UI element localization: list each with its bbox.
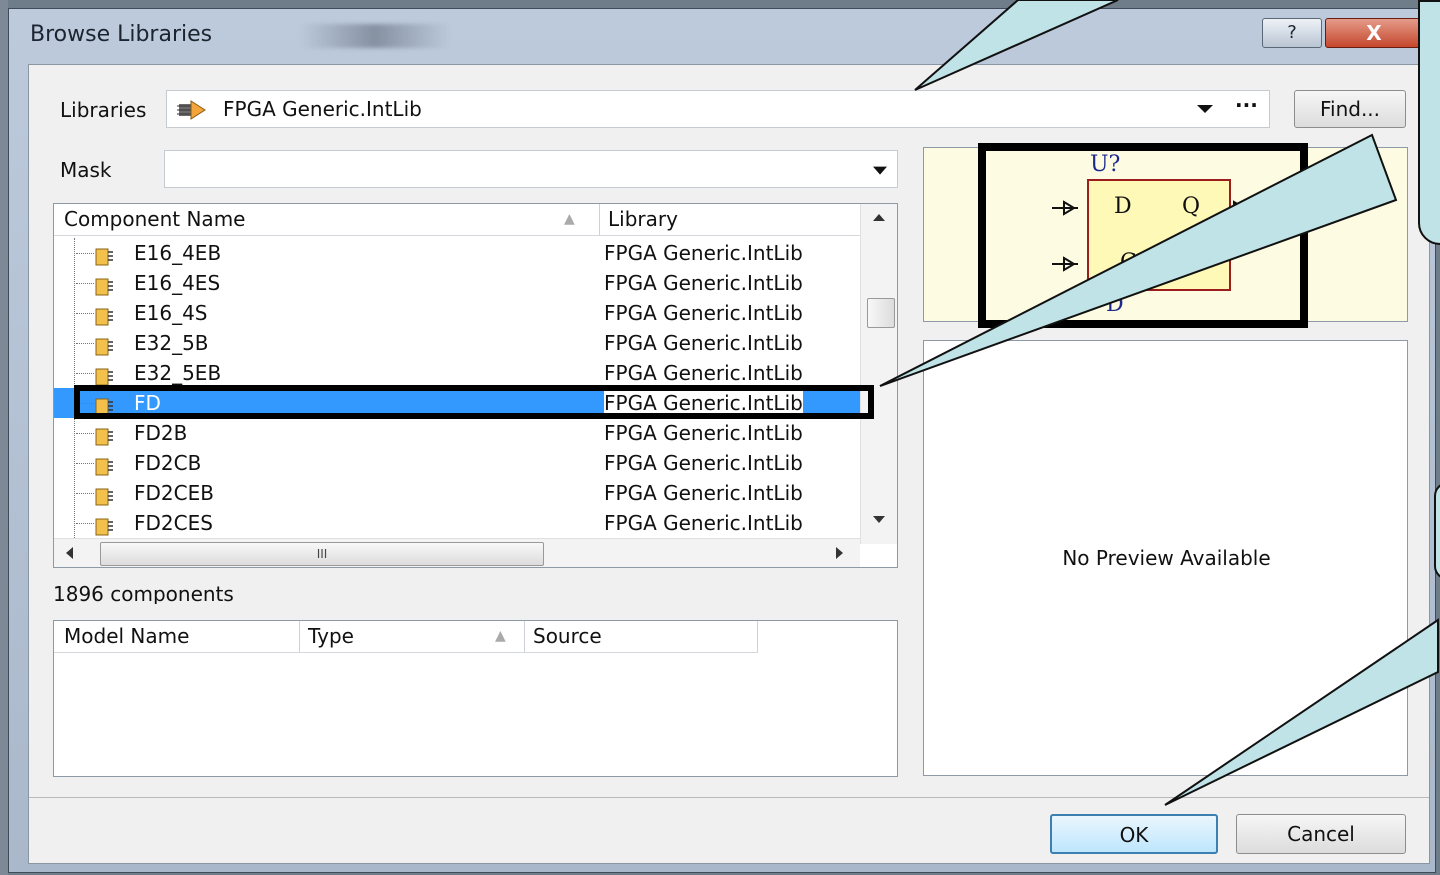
- annotation-callout-top: [1418, 0, 1440, 245]
- annotation-callout-pointers: [879, 0, 1439, 806]
- annotation-callout-middle: [1434, 482, 1440, 580]
